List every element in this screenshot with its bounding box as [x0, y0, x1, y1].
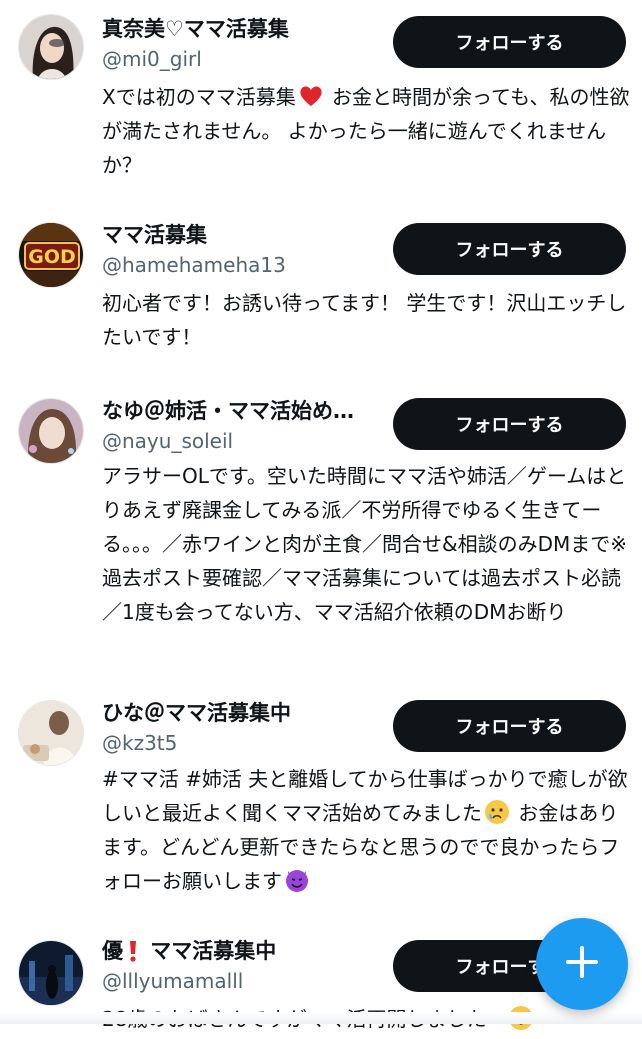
follow-button[interactable]: フォローする — [393, 398, 626, 450]
name-text: ママ活募集中 — [143, 939, 277, 963]
user-name[interactable]: ひな＠ママ活募集中 — [102, 698, 388, 728]
avatar[interactable] — [18, 700, 84, 766]
crying-face-icon — [484, 799, 510, 825]
bottom-edge-shadow — [0, 1012, 642, 1024]
avatar[interactable] — [18, 940, 84, 1006]
user-name[interactable]: 真奈美♡ママ活募集 — [102, 14, 388, 44]
avatar[interactable] — [18, 398, 84, 464]
name-text: 優 — [102, 939, 123, 963]
red-exclamation-icon — [125, 939, 141, 965]
bio-text: Xでは初のママ活募集 — [102, 85, 296, 109]
user-name[interactable]: ママ活募集 — [102, 220, 388, 250]
compose-button[interactable] — [536, 918, 628, 1010]
user-bio: #ママ活 #姉活 夫と離婚してから仕事ばっかりで癒しが欲しいと最近よく聞くママ活… — [102, 762, 632, 898]
avatar[interactable] — [18, 14, 84, 80]
follow-button[interactable]: フォローする — [393, 700, 626, 752]
user-bio: 初心者です！お誘い待ってます！ 学生です！沢山エッチしたいです！ — [102, 291, 627, 349]
user-handle[interactable]: @nayu_soleil — [102, 426, 233, 456]
user-handle[interactable]: @kz3t5 — [102, 728, 177, 758]
plus-icon — [565, 945, 599, 983]
user-handle[interactable]: @hamehameha13 — [102, 250, 286, 280]
user-bio: Xでは初のママ活募集 お金と時間が余っても、私の性欲が満たされません。 よかった… — [102, 80, 632, 182]
user-name[interactable]: なゆ＠姉活・ママ活始め… — [102, 396, 388, 426]
red-heart-icon — [298, 83, 324, 109]
user-name[interactable]: 優 ママ活募集中 — [102, 936, 388, 966]
follow-button[interactable]: フォローする — [393, 16, 626, 68]
avatar[interactable]: GOD — [18, 222, 84, 288]
smiling-devil-icon — [284, 867, 310, 893]
user-bio: アラサーOLです。空いた時間にママ活や姉活／ゲームはとりあえず廃課金してみる派／… — [102, 464, 628, 624]
user-handle[interactable]: @mi0_girl — [102, 44, 202, 74]
follow-button[interactable]: フォローする — [393, 223, 626, 275]
user-handle[interactable]: @lllyumamalll — [102, 966, 243, 996]
avatar-text: GOD — [28, 246, 76, 268]
